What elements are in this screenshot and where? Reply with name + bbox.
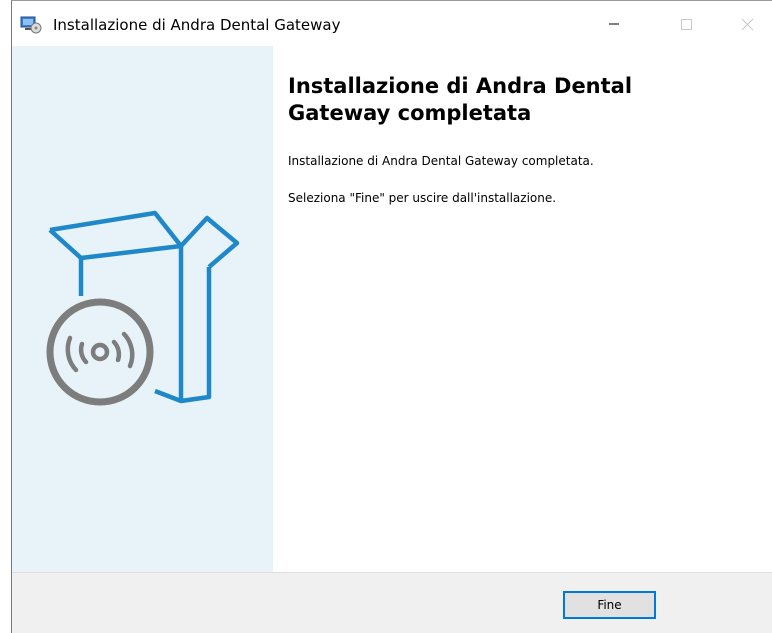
installer-monitor-cd-icon: [20, 16, 42, 34]
completion-message: Installazione di Andra Dental Gateway co…: [288, 154, 594, 168]
content-panel: Installazione di Andra Dental Gateway co…: [273, 46, 772, 572]
finish-button[interactable]: Fine: [563, 591, 656, 619]
minimize-icon: [609, 23, 619, 25]
minimize-button[interactable]: [591, 1, 637, 46]
close-button[interactable]: [724, 1, 770, 46]
maximize-button[interactable]: [663, 1, 709, 46]
window-title: Installazione di Andra Dental Gateway: [53, 16, 341, 34]
sidebar-panel: [12, 46, 273, 572]
button-bar: Fine: [12, 572, 772, 633]
title-bar[interactable]: Installazione di Andra Dental Gateway: [12, 1, 772, 46]
close-icon: [741, 18, 754, 31]
maximize-icon: [681, 19, 692, 30]
page-title: Installazione di Andra Dental Gateway co…: [288, 74, 633, 125]
exit-instruction: Seleziona "Fine" per uscire dall'install…: [288, 191, 557, 205]
box-with-cd-icon: [44, 210, 240, 408]
installer-window: Installazione di Andra Dental Gateway In…: [11, 0, 772, 633]
